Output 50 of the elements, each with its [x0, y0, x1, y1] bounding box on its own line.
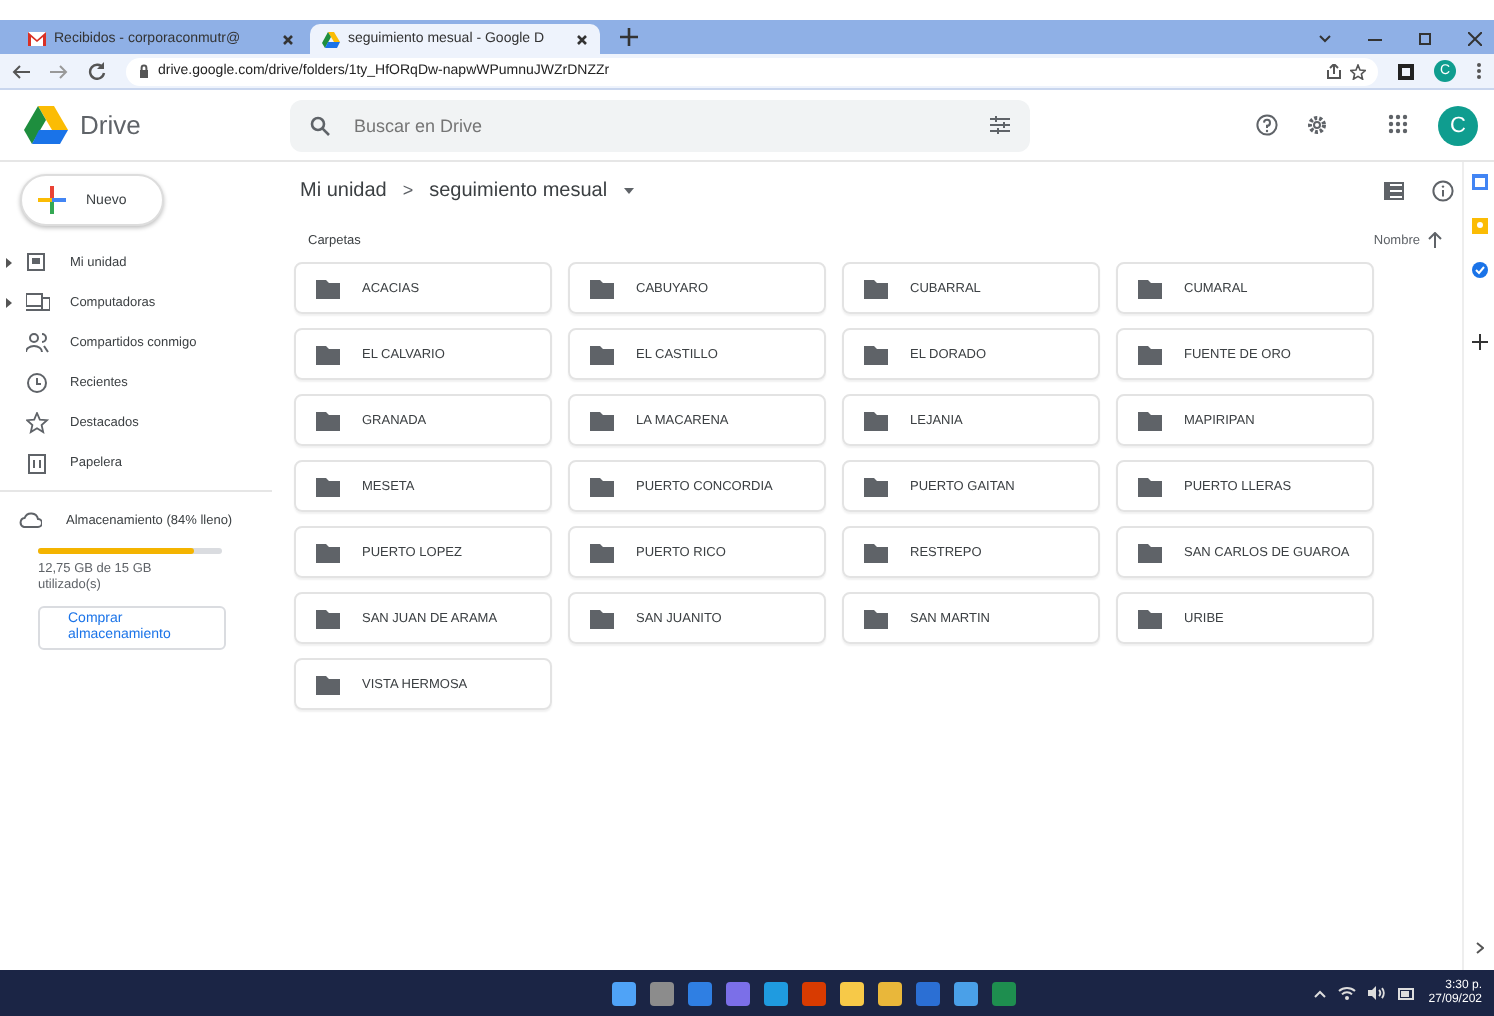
help-icon[interactable] [1256, 114, 1278, 136]
drive-icon [26, 251, 50, 273]
reload-icon[interactable] [88, 62, 106, 80]
computer-icon [26, 291, 50, 313]
chevron-up-icon[interactable] [1314, 989, 1327, 997]
close-icon[interactable] [576, 33, 588, 45]
star-icon [26, 411, 50, 433]
expand-caret-icon[interactable] [6, 297, 12, 307]
search-icon [310, 115, 330, 135]
info-icon[interactable] [1432, 179, 1454, 201]
back-arrow-icon[interactable] [12, 63, 30, 79]
expand-caret-icon[interactable] [6, 257, 12, 267]
list-view-icon[interactable] [1384, 181, 1404, 199]
speaker-icon[interactable] [1368, 986, 1387, 1000]
minimize-icon[interactable] [1368, 37, 1382, 41]
chevron-down-icon[interactable] [1318, 34, 1332, 44]
restore-icon[interactable] [1418, 32, 1432, 46]
share-icon[interactable] [1326, 63, 1342, 79]
wifi-icon[interactable] [1338, 986, 1357, 1000]
settings-icon[interactable] [1306, 114, 1328, 136]
more-vertical-icon[interactable] [1476, 62, 1482, 80]
plus-icon[interactable] [1471, 334, 1487, 350]
chevron-right-icon[interactable] [1475, 942, 1483, 954]
current-folder-title[interactable]: seguimiento mesual [429, 179, 608, 201]
drive-logo-icon [322, 31, 340, 47]
close-icon[interactable] [282, 33, 294, 45]
calendar-icon[interactable] [1471, 174, 1487, 190]
clock-icon [26, 371, 50, 393]
apps-grid-icon[interactable] [1388, 114, 1410, 136]
drive-logo-icon [24, 106, 68, 144]
tasks-icon[interactable] [1471, 262, 1487, 278]
dropdown-caret-icon[interactable] [623, 187, 634, 193]
plus-icon [38, 186, 66, 214]
cloud-icon [18, 512, 42, 528]
filter-icon[interactable] [990, 116, 1010, 134]
arrow-up-icon[interactable] [1428, 232, 1442, 248]
breadcrumb-separator: > [402, 180, 414, 200]
breadcrumb-link[interactable]: Mi unidad [300, 179, 387, 201]
new-tab-icon[interactable] [620, 28, 638, 46]
star-icon[interactable] [1350, 63, 1366, 79]
people-icon [26, 331, 50, 353]
forward-arrow-icon[interactable] [50, 63, 68, 79]
battery-icon[interactable] [1398, 987, 1417, 999]
lock-icon [138, 64, 150, 78]
search-bar[interactable]: Buscar en Drive [290, 99, 1030, 151]
search-field[interactable]: Buscar en Drive [350, 113, 970, 137]
app-name: Drive [80, 110, 141, 140]
close-icon[interactable] [1468, 32, 1482, 46]
side-panel-icon[interactable] [1398, 63, 1414, 79]
trash-icon [26, 451, 50, 473]
